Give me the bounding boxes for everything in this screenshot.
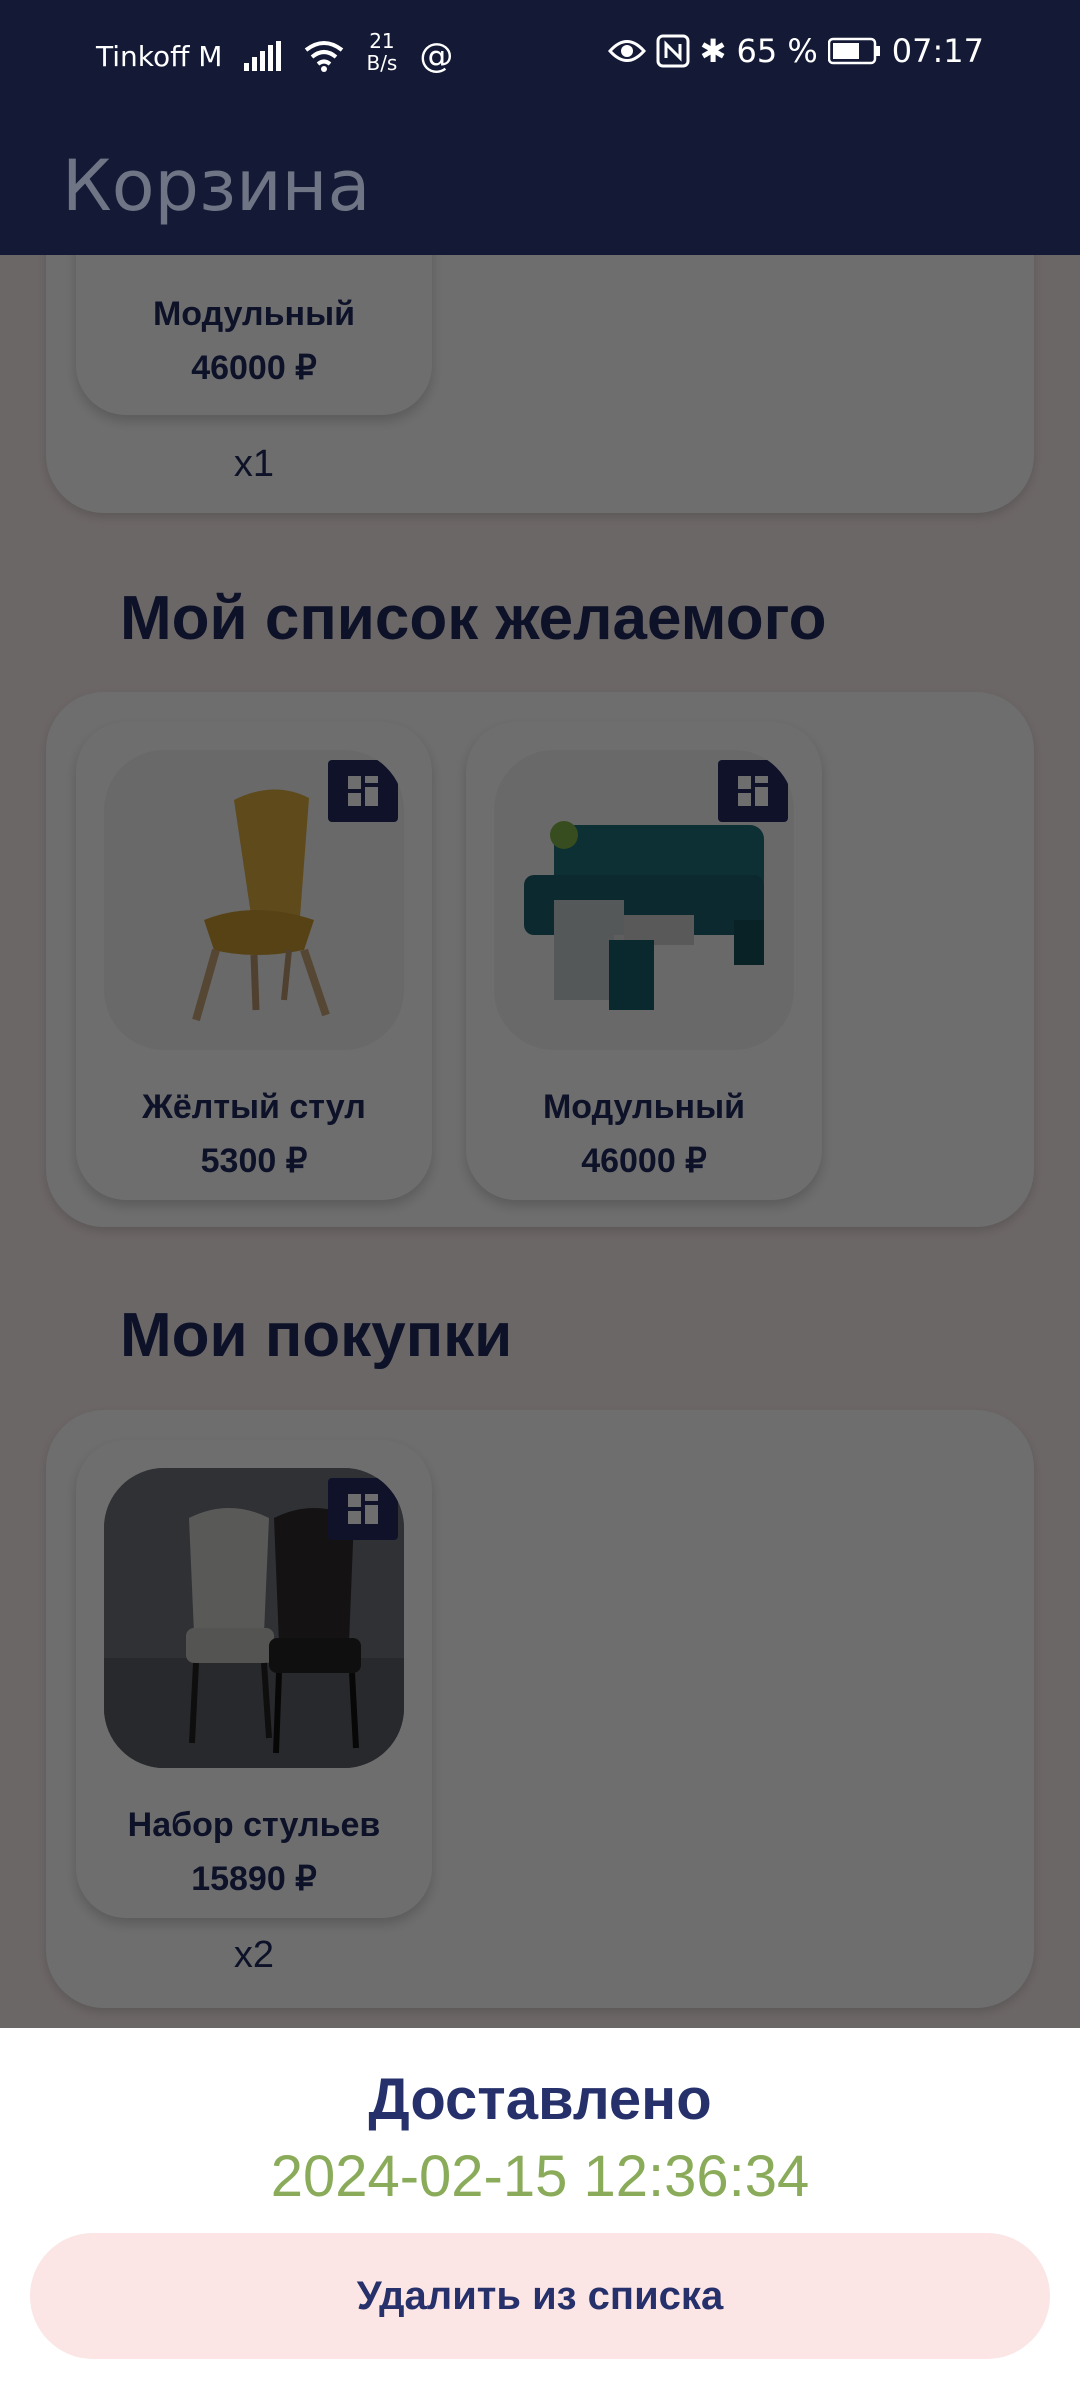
app-bar: Корзина xyxy=(0,105,1080,255)
product-price: 46000 ₽ xyxy=(191,349,317,387)
product-price: 5300 ₽ xyxy=(200,1142,308,1180)
bluetooth-icon: ✱ xyxy=(699,32,727,70)
status-bar: Tinkoff M 21 B/s @ ✱ 65 % 07:17 xyxy=(0,0,1080,105)
wishlist-panel: Жёлтый стул 5300 ₽ Модульный 46000 ₽ xyxy=(46,692,1034,1227)
wifi-icon xyxy=(305,41,344,72)
cart-content: Модульный 46000 ₽ x1 Мой список желаемог… xyxy=(0,255,1080,2028)
cart-panel: Модульный 46000 ₽ x1 xyxy=(46,255,1034,513)
wishlist-item-card[interactable]: Жёлтый стул 5300 ₽ xyxy=(76,722,432,1200)
qr-code-icon[interactable] xyxy=(718,760,788,822)
page-title: Корзина xyxy=(62,145,371,227)
remove-from-list-button[interactable]: Удалить из списка xyxy=(30,2233,1050,2359)
product-image-modular-sofa xyxy=(494,750,794,1050)
order-status-sheet: Доставлено 2024-02-15 12:36:34 Удалить и… xyxy=(0,2028,1080,2400)
product-name: Модульный xyxy=(542,1088,746,1126)
quantity-label: x1 xyxy=(233,443,275,485)
at-sign-icon: @ xyxy=(419,36,454,76)
eye-icon xyxy=(607,40,646,62)
network-speed: 21 B/s xyxy=(366,30,397,74)
qr-code-icon[interactable] xyxy=(328,1478,398,1540)
wishlist-title: Мой список желаемого xyxy=(120,584,827,653)
product-image-chair-set xyxy=(104,1468,404,1768)
battery-percent: 65 % xyxy=(736,32,818,70)
cart-item-card[interactable]: Модульный 46000 ₽ xyxy=(76,255,432,415)
battery-icon xyxy=(827,37,880,65)
net-speed-unit: B/s xyxy=(366,51,398,75)
product-price: 46000 ₽ xyxy=(581,1142,707,1180)
purchases-panel: Набор стульев 15890 ₽ x2 xyxy=(46,1410,1034,2008)
product-image-yellow-chair xyxy=(104,750,404,1050)
net-speed-value: 21 xyxy=(369,29,395,53)
product-name: Жёлтый стул xyxy=(142,1088,366,1126)
delivery-date: 2024-02-15 12:36:34 xyxy=(270,2144,810,2209)
nfc-icon xyxy=(656,34,690,68)
clock: 07:17 xyxy=(891,32,984,70)
product-name: Набор стульев xyxy=(127,1806,381,1844)
product-name: Модульный xyxy=(152,295,356,333)
delivery-status: Доставлено xyxy=(368,2067,712,2132)
signal-icon xyxy=(244,41,282,71)
qr-code-icon[interactable] xyxy=(328,760,398,822)
wishlist-item-card[interactable]: Модульный 46000 ₽ xyxy=(466,722,822,1200)
purchases-title: Мои покупки xyxy=(120,1301,513,1370)
carrier-name: Tinkoff M xyxy=(96,39,223,73)
quantity-label: x2 xyxy=(233,1934,275,1976)
purchase-item-card[interactable]: Набор стульев 15890 ₽ xyxy=(76,1440,432,1918)
product-price: 15890 ₽ xyxy=(191,1860,317,1898)
